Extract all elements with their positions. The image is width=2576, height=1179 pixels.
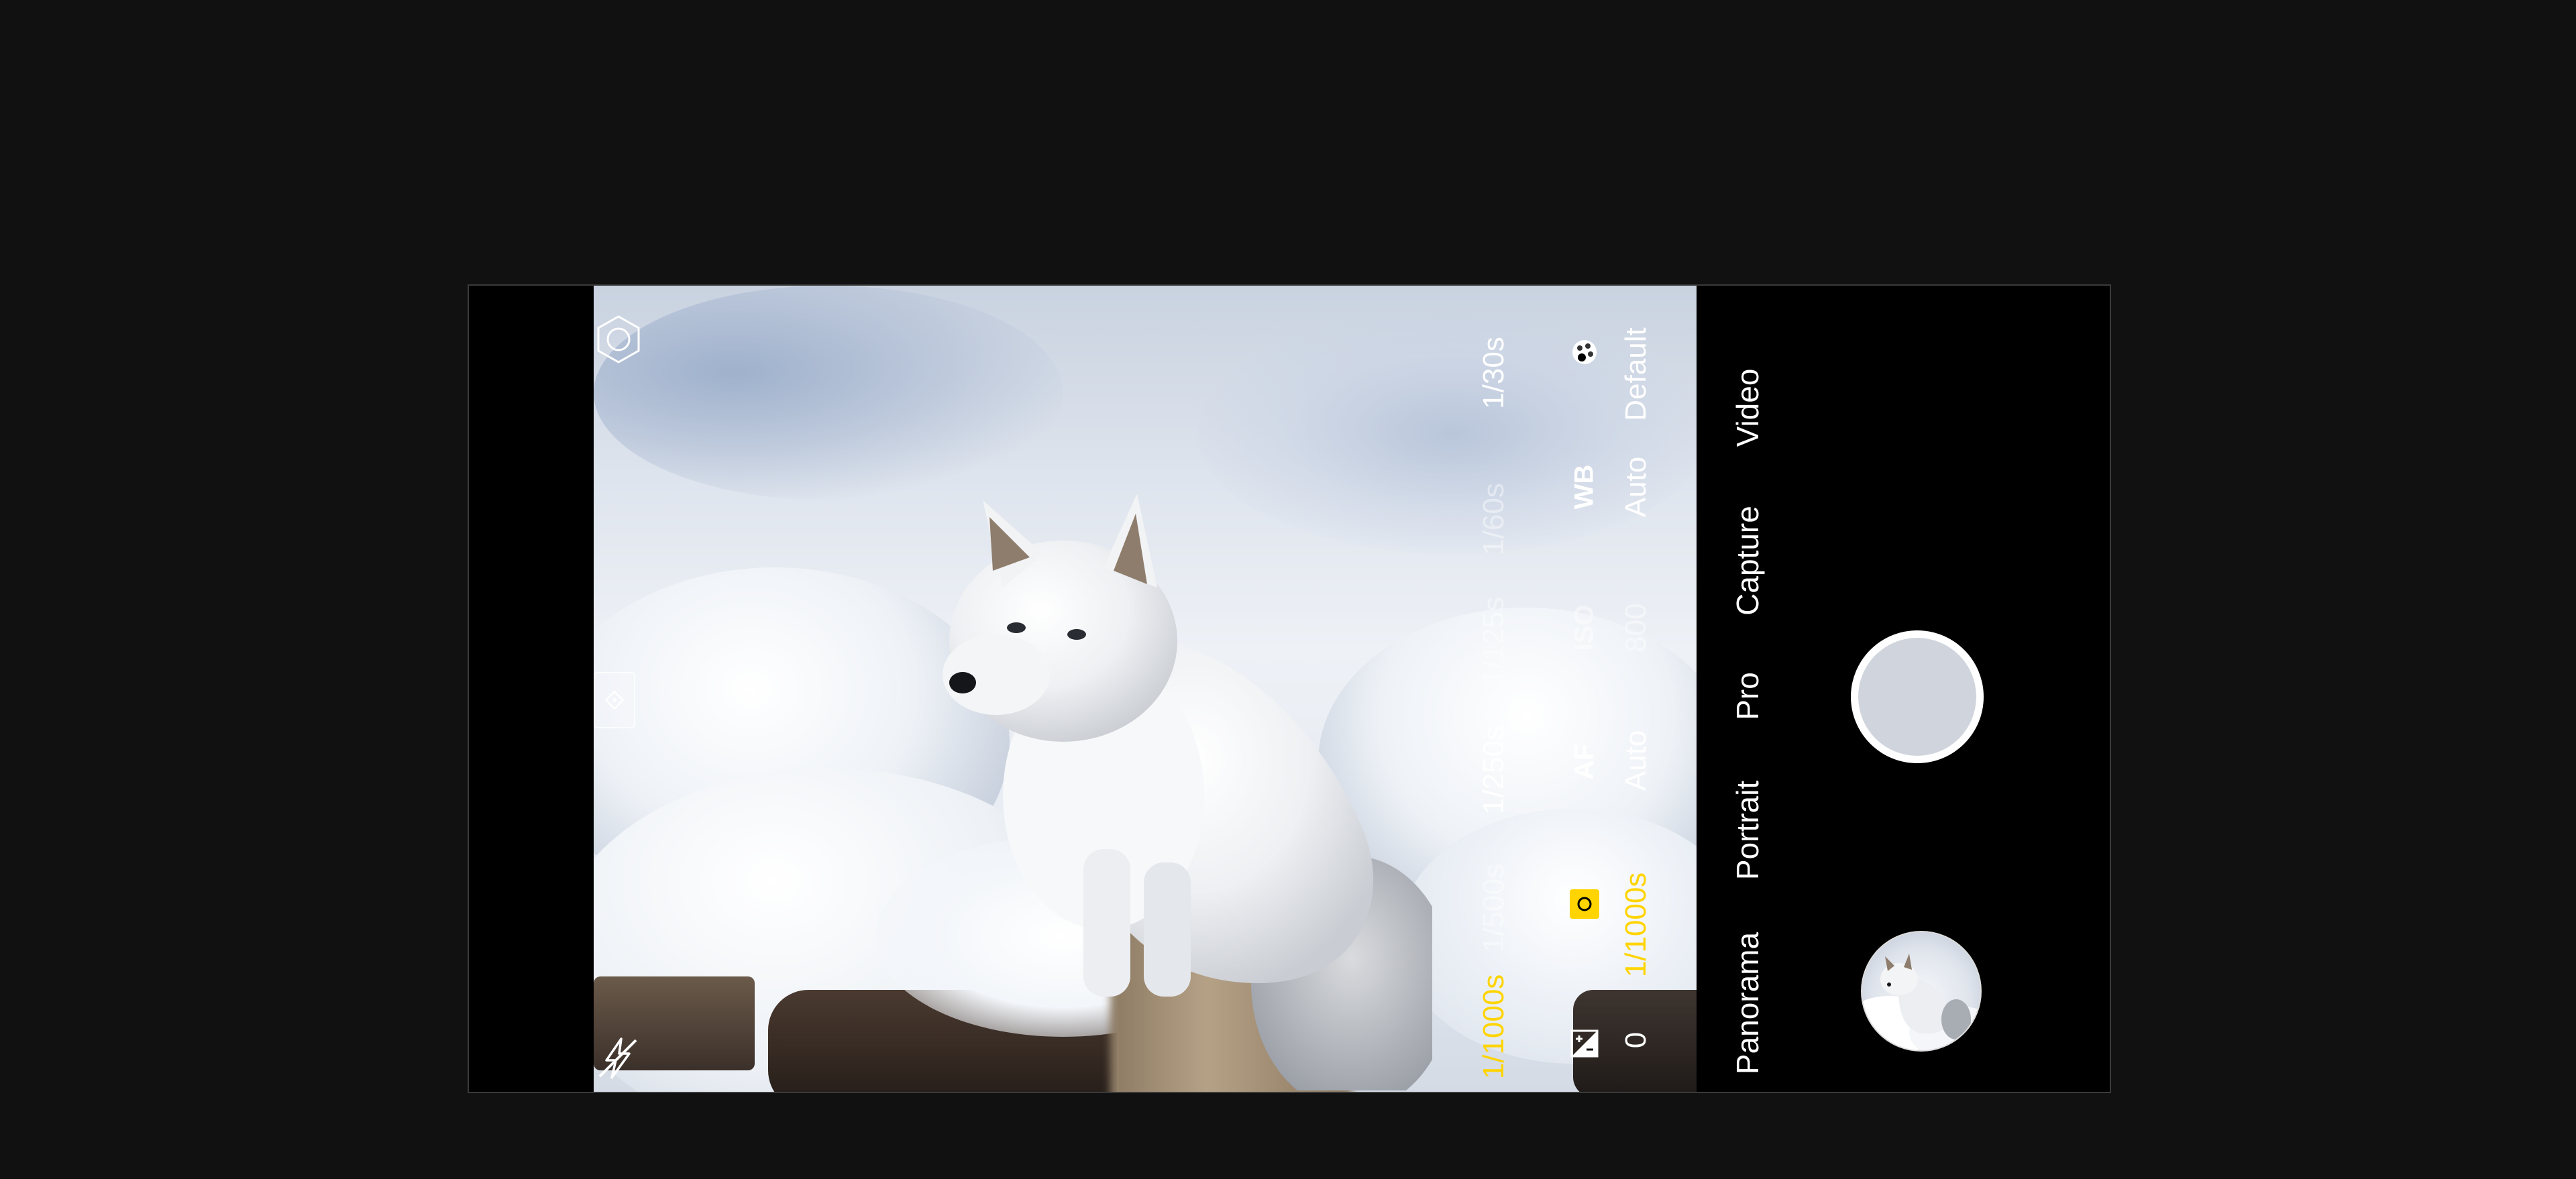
- gallery-thumbnail[interactable]: [1861, 931, 1982, 1052]
- shutter-option[interactable]: 1/30s: [1477, 337, 1511, 409]
- fox-thumbnail-image: [1862, 954, 1980, 1050]
- mode-capture[interactable]: Capture: [1729, 506, 1766, 616]
- shutter-button[interactable]: [1851, 630, 1984, 763]
- wb-label[interactable]: WB: [1570, 465, 1600, 510]
- shutter-option[interactable]: 1/60s: [1477, 483, 1511, 555]
- mode-panorama[interactable]: Panorama: [1729, 932, 1766, 1074]
- exposure-value[interactable]: 0: [1619, 1032, 1653, 1048]
- shutter-option[interactable]: 1/250s: [1477, 726, 1511, 814]
- shutter-option[interactable]: 1/1000s: [1477, 974, 1511, 1080]
- flash-off-icon[interactable]: [590, 1030, 646, 1086]
- camera-app-frame: 1/1000s 1/500s 1/250s 1/125s 1/60s 1/30s…: [468, 284, 2111, 1093]
- shutter-button-inner: [1858, 638, 1976, 756]
- mode-portrait[interactable]: Portrait: [1729, 781, 1766, 880]
- shutter-speed-icon[interactable]: [1570, 889, 1599, 919]
- shutter-option[interactable]: 1/125s: [1477, 597, 1511, 685]
- viewfinder[interactable]: [594, 286, 1697, 1092]
- mode-video[interactable]: Video: [1729, 369, 1766, 447]
- af-value[interactable]: Auto: [1619, 730, 1653, 791]
- color-profile-value[interactable]: Default: [1619, 327, 1653, 420]
- iso-value[interactable]: 800: [1619, 603, 1653, 652]
- mode-pro[interactable]: Pro: [1729, 672, 1766, 720]
- shutter-option[interactable]: 1/500s: [1477, 864, 1511, 952]
- shutter-value[interactable]: 1/1000s: [1619, 873, 1653, 978]
- hexagon-settings-icon[interactable]: [592, 313, 645, 366]
- af-label[interactable]: AF: [1570, 744, 1600, 779]
- color-profile-icon[interactable]: [1569, 337, 1600, 368]
- exposure-compensation-icon[interactable]: [1570, 1029, 1599, 1058]
- focus-lock-icon[interactable]: [594, 672, 635, 728]
- wb-value[interactable]: Auto: [1619, 457, 1653, 518]
- arctic-fox: [943, 494, 1432, 1090]
- iso-label[interactable]: ISO: [1570, 605, 1600, 651]
